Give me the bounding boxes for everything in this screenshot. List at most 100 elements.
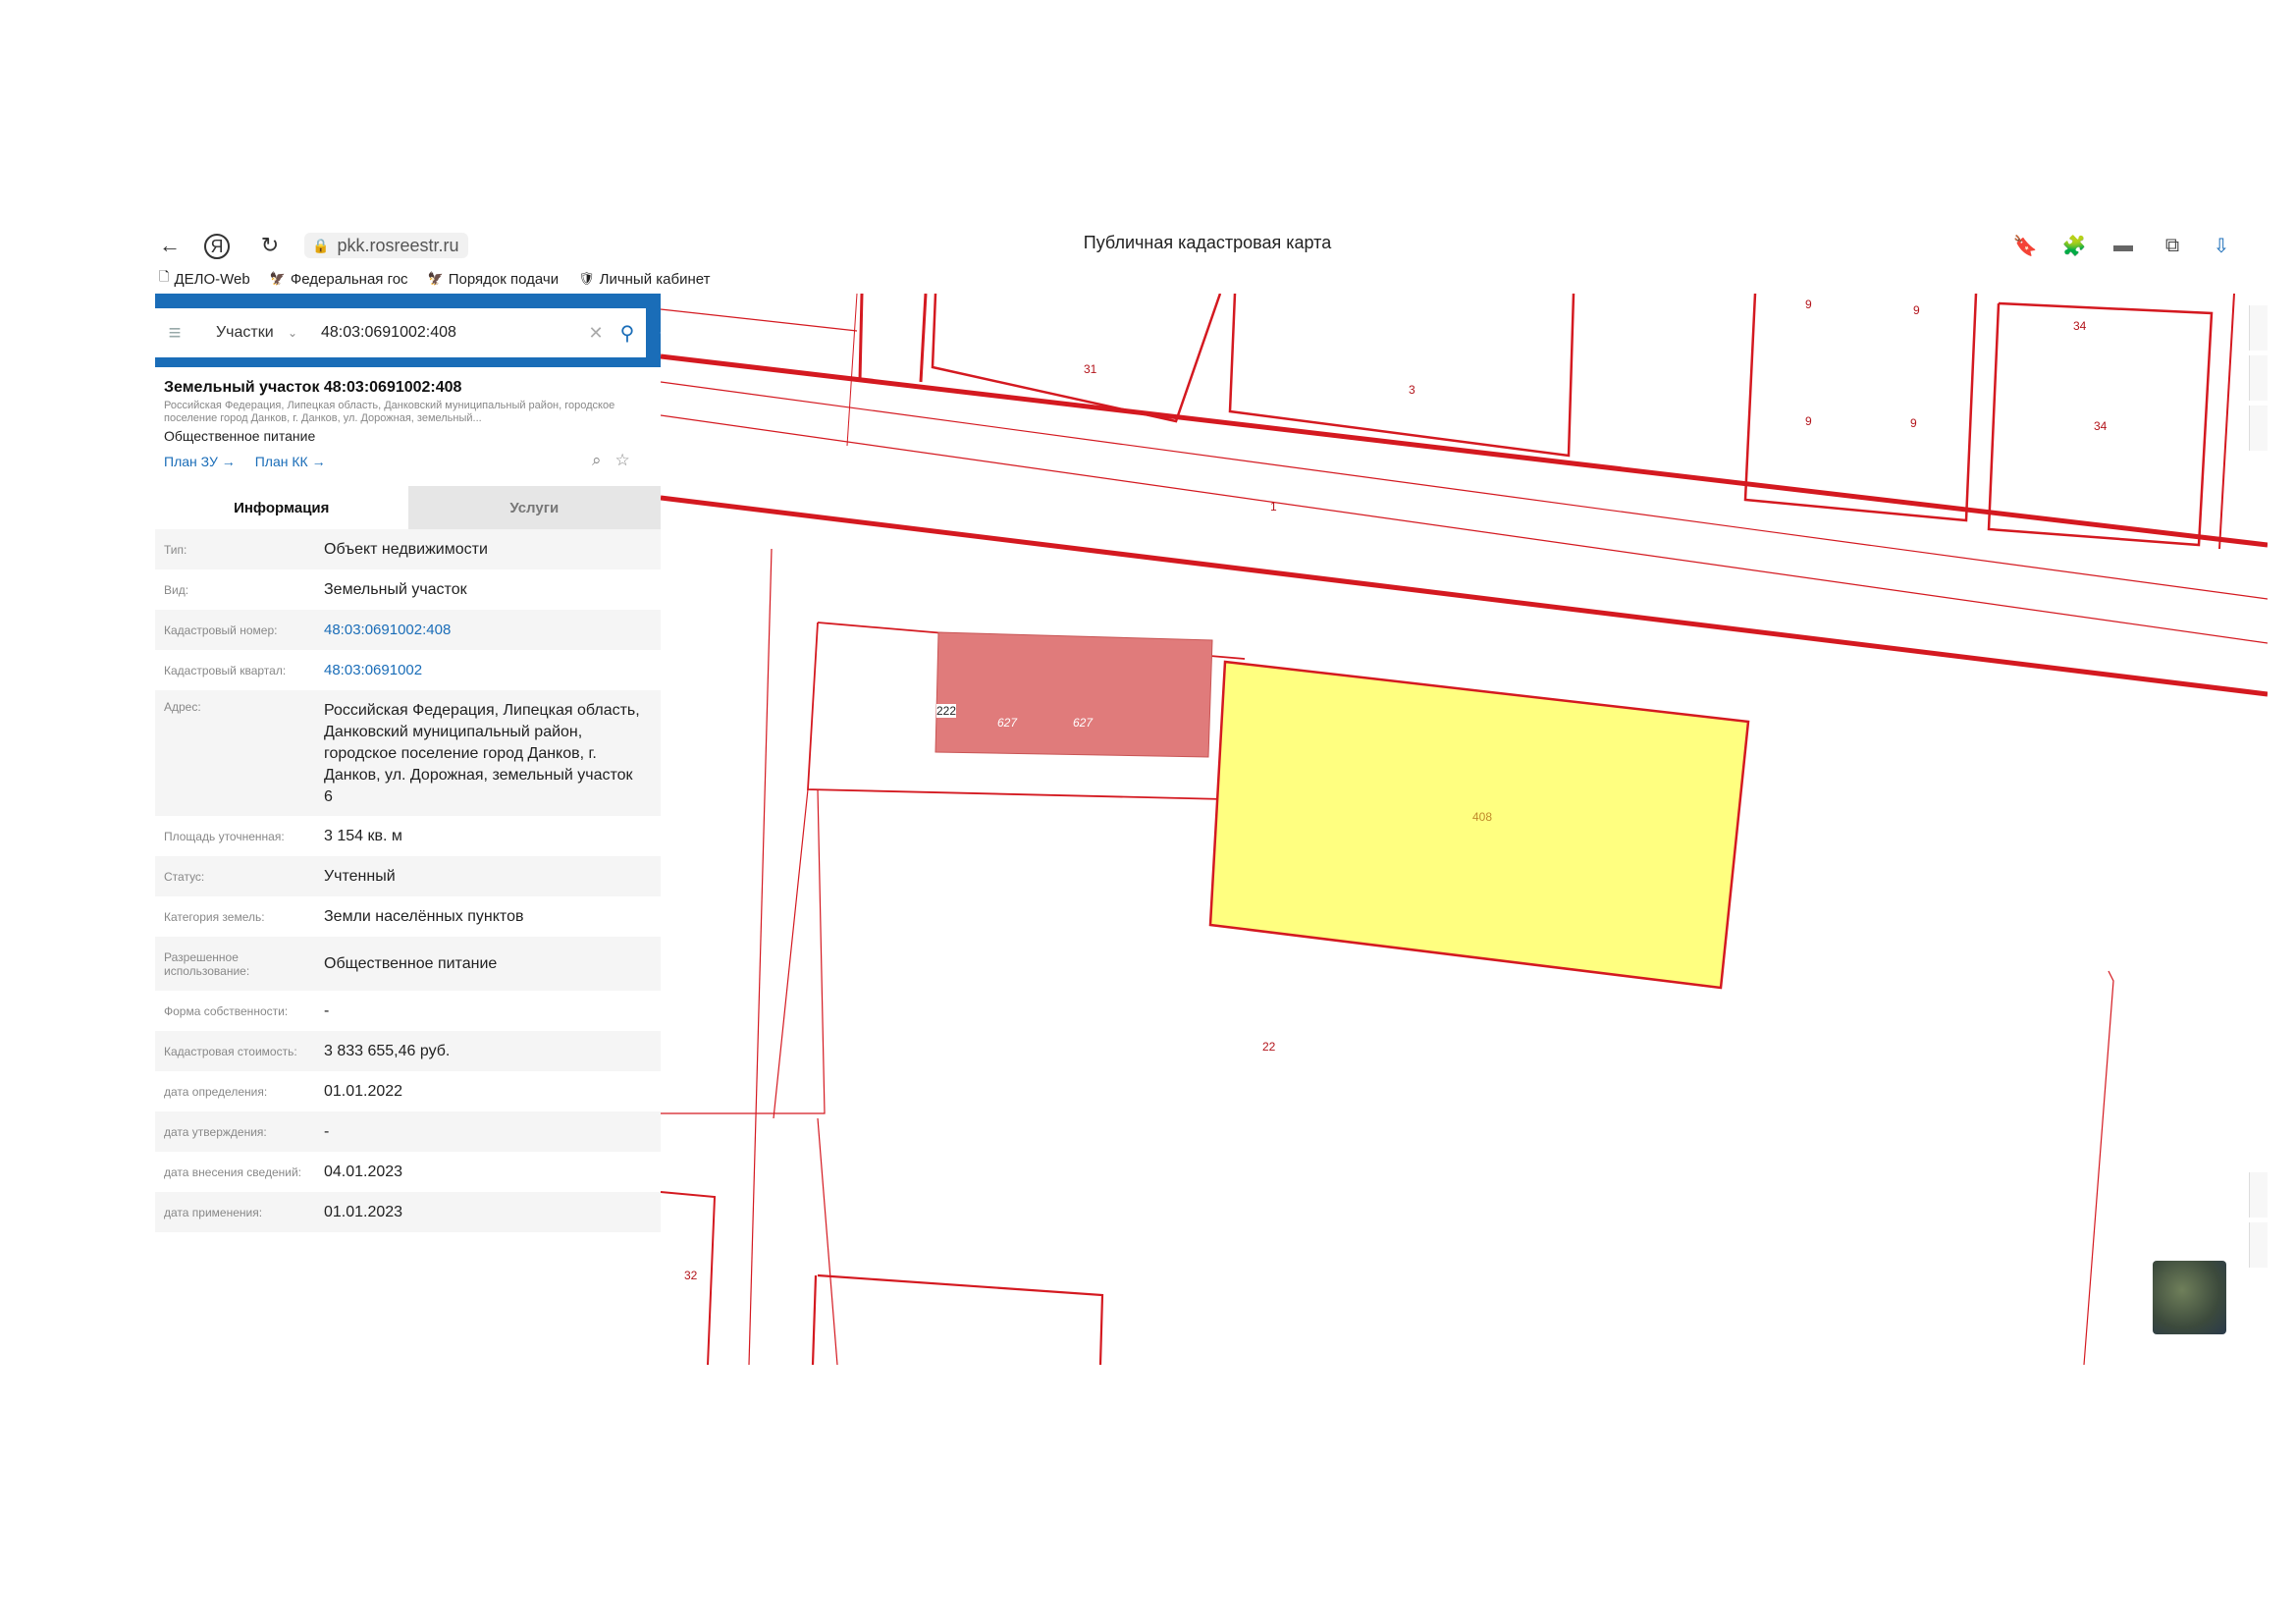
parcel-22 [661, 788, 826, 1114]
info-row: Тип: Объект недвижимости [155, 529, 661, 569]
info-value: Земельный участок [324, 580, 467, 598]
parcel-label: 31 [1084, 362, 1097, 376]
search-type-select[interactable]: Участки ⌄ [194, 324, 307, 342]
parcel-boundary [858, 294, 864, 381]
map-control[interactable] [2249, 305, 2268, 351]
parcel-boundary [846, 294, 858, 447]
menu-icon[interactable]: ≡ [155, 320, 194, 346]
info-panel: ≡ Участки ⌄ ✕ ⚲ ‹ Земельный участок 48:0… [155, 294, 680, 1365]
cadastral-number-link[interactable]: 48:03:0691002:408 [324, 620, 661, 641]
parcel-boundary [773, 788, 809, 1119]
document-icon: 🗋 [159, 269, 170, 284]
zoom-to-object-icon[interactable]: ⌕ [592, 451, 602, 470]
screenshot: ← Я ↻ 🔒 pkk.rosreestr.ru Публичная кадас… [147, 221, 2268, 1365]
bookmark-order[interactable]: 🦅 Порядок подачи [428, 268, 560, 290]
downloads-icon[interactable]: ⇩ [2207, 231, 2236, 260]
search-input[interactable] [307, 323, 583, 343]
zoom-in-control[interactable] [2249, 1172, 2268, 1218]
parcel-31 [931, 294, 1222, 423]
parcel-boundary [2218, 294, 2235, 550]
clear-icon[interactable]: ✕ [583, 323, 609, 344]
info-row: Кадастровый номер: 48:03:0691002:408 [155, 610, 661, 650]
object-title: Земельный участок 48:03:0691002:408 [164, 379, 462, 396]
bookmark-label: Федеральная гос [290, 270, 408, 288]
bookmark-label: ДЕЛО-Web [174, 270, 250, 288]
info-label: дата применения: [164, 1205, 263, 1219]
info-value: Российская Федерация, Липецкая область, … [324, 702, 640, 805]
zoom-out-control[interactable] [2249, 1222, 2268, 1268]
info-row: Кадастровый квартал: 48:03:0691002 [155, 650, 661, 690]
parcel-boundary [817, 1273, 1104, 1365]
parcel-boundary [2083, 970, 2114, 1365]
collections-icon[interactable]: ⧉ [2158, 231, 2187, 260]
info-label: дата внесения сведений: [164, 1164, 301, 1179]
bookmark-icon[interactable]: 🔖 [2010, 231, 2040, 260]
parcel-label: 34 [2094, 419, 2108, 433]
info-row: Статус: Учтенный [155, 856, 661, 896]
search-button[interactable]: ⚲ [609, 321, 646, 346]
bookmark-federal[interactable]: 🦅 Федеральная гос [270, 268, 408, 290]
bookmark-label: Порядок подачи [448, 270, 560, 288]
parcel-408-selected[interactable] [1208, 660, 1750, 990]
info-label: Адрес: [164, 700, 201, 714]
star-icon[interactable]: ☆ [615, 451, 630, 470]
plan-zu-link[interactable]: План ЗУ → [164, 454, 236, 469]
info-row: Форма собственности: - [155, 991, 661, 1031]
parcel-label: 22 [1262, 1040, 1276, 1054]
parcel-label: 3 [1409, 383, 1415, 397]
bookmark-delo-web[interactable]: 🗋 ДЕЛО-Web [159, 268, 250, 290]
plan-kk-link[interactable]: План КК → [255, 454, 326, 469]
parcel-label: 627 [1073, 716, 1094, 730]
parcel-boundary [748, 548, 773, 1365]
info-value: 04.01.2023 [324, 1163, 403, 1180]
info-label: дата утверждения: [164, 1124, 267, 1139]
browser-toolbar: ← Я ↻ 🔒 pkk.rosreestr.ru Публичная кадас… [147, 221, 2268, 290]
info-label: Разрешенное использование: [164, 949, 250, 978]
tab-services[interactable]: Услуги [407, 486, 661, 529]
info-row: Категория земель: Земли населённых пункт… [155, 896, 661, 937]
info-label: Статус: [164, 869, 205, 884]
map-control[interactable] [2249, 406, 2268, 451]
info-label: дата определения: [164, 1084, 268, 1099]
shield-icon: 🛡 [578, 271, 595, 286]
parcel-label: 627 [997, 716, 1018, 730]
info-value: Учтенный [324, 867, 396, 885]
info-row: Разрешенное использование: Общественное … [155, 937, 661, 991]
map-control[interactable] [2249, 355, 2268, 401]
bookmark-cabinet[interactable]: 🛡 Личный кабинет [578, 268, 710, 290]
info-row: Вид: Земельный участок [155, 569, 661, 610]
info-row: дата определения: 01.01.2022 [155, 1071, 661, 1111]
plan-links: План ЗУ → План КК → [164, 454, 326, 469]
cadastral-quarter-link[interactable]: 48:03:0691002 [324, 660, 661, 681]
object-address: Российская Федерация, Липецкая область, … [164, 400, 615, 424]
info-label: Форма собственности: [164, 1003, 289, 1018]
tab-info[interactable]: Информация [155, 486, 408, 529]
info-label: Кадастровый номер: [164, 623, 278, 637]
info-row: Адрес: Российская Федерация, Липецкая об… [155, 690, 661, 816]
layer-switcher-minimap[interactable] [2153, 1261, 2226, 1334]
emblem-icon: 🦅 [269, 271, 286, 286]
parcel-label: 32 [684, 1269, 698, 1282]
info-row: Площадь уточненная: 3 154 кв. м [155, 816, 661, 856]
parcel-627[interactable] [934, 631, 1213, 758]
parcel-label: 9 [1805, 298, 1812, 311]
info-value: - [324, 1122, 330, 1140]
info-label: Площадь уточненная: [164, 829, 285, 843]
extension-icon[interactable]: 🧩 [2059, 231, 2089, 260]
map-canvas [661, 294, 2268, 1365]
search-type-label: Участки [216, 324, 274, 341]
cadastral-map[interactable]: 31 3 9 9 9 9 34 34 1 222 627 627 408 22 … [661, 294, 2268, 1365]
parcel-label: 1 [1270, 500, 1277, 514]
info-value: Общественное питание [324, 954, 498, 972]
road-boundary [661, 495, 2268, 697]
info-label: Вид: [164, 582, 189, 597]
page-title: Публичная кадастровая карта [1083, 233, 1332, 252]
info-row: Кадастровая стоимость: 3 833 655,46 руб. [155, 1031, 661, 1071]
info-label: Тип: [164, 542, 187, 557]
chevron-down-icon: ⌄ [287, 326, 297, 340]
protect-icon[interactable]: ▬ [2109, 231, 2138, 260]
object-use: Общественное питание [164, 428, 316, 444]
info-value: 3 833 655,46 руб. [324, 1042, 451, 1059]
bookmarks-bar: 🗋 ДЕЛО-Web 🦅 Федеральная гос 🦅 Порядок п… [147, 268, 710, 290]
info-label: Кадастровый квартал: [164, 663, 287, 677]
